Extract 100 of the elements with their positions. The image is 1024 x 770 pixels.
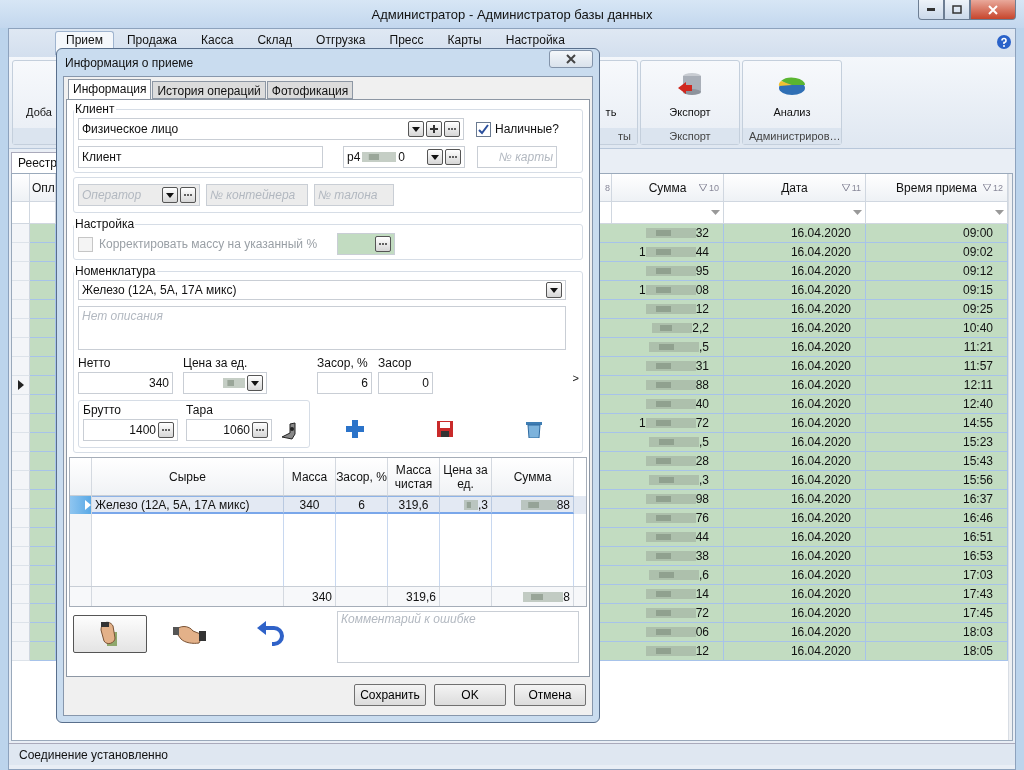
table-cell: 16.04.2020	[724, 357, 866, 376]
plus-icon[interactable]	[346, 420, 365, 438]
redacted-mark	[520, 498, 557, 511]
column-header[interactable]: Засор, %	[336, 458, 388, 496]
debris-field[interactable]: 0	[378, 372, 433, 394]
window-title: Администратор - Администратор базы данных	[371, 6, 653, 22]
field-label: Цена за ед.	[183, 356, 249, 370]
account-combo[interactable]: р4 0	[343, 146, 465, 168]
table-cell: 16.04.2020	[724, 623, 866, 642]
close-button[interactable]	[970, 0, 1016, 20]
dialog-button[interactable]: Отмена	[514, 684, 586, 706]
more-button[interactable]	[444, 121, 460, 137]
redacted-mark	[649, 341, 699, 353]
more-button[interactable]	[158, 422, 174, 438]
caret-icon	[251, 380, 259, 386]
more-button[interactable]	[252, 422, 268, 438]
cash-checkbox[interactable]	[476, 121, 491, 137]
field-label: Засор	[378, 356, 413, 370]
ribbon-button[interactable]: Экспорт	[650, 61, 730, 128]
dropdown-button[interactable]	[247, 375, 263, 391]
column-header[interactable]: Время приема 12	[866, 174, 1008, 202]
column-header[interactable]: Масса чистая	[388, 458, 440, 496]
ribbon-group-label: Экспорт	[641, 128, 739, 144]
expand-arrow[interactable]: >	[572, 372, 579, 384]
debris-percent-field[interactable]: 6	[317, 372, 372, 394]
total-cell: 8	[492, 587, 574, 606]
close-button[interactable]	[549, 49, 593, 68]
column-header[interactable]: Цена за ед.	[440, 458, 492, 496]
dropdown-button[interactable]	[546, 282, 562, 298]
table-cell: 16.04.2020	[724, 338, 866, 357]
help-icon[interactable]	[997, 35, 1011, 49]
redacted-mark	[645, 303, 696, 315]
table-cell: 1 44	[612, 243, 724, 262]
filter-cell[interactable]	[612, 202, 724, 224]
table-cell	[30, 262, 56, 281]
client-name-field[interactable]: Клиент	[78, 146, 323, 168]
dropdown-button[interactable]	[427, 149, 443, 165]
column-header[interactable]: Сумма 10	[612, 174, 724, 202]
table-cell: 14	[612, 585, 724, 604]
redacted-mark	[645, 379, 696, 391]
tool-button[interactable]	[73, 615, 147, 653]
more-button[interactable]	[375, 236, 392, 252]
filter-icon[interactable]	[699, 184, 707, 191]
filter-caret-icon[interactable]	[853, 210, 862, 215]
account-prefix: р4	[347, 150, 361, 164]
column-header[interactable]: Дата 11	[724, 174, 866, 202]
minimize-button[interactable]	[918, 0, 944, 20]
dialog-tab[interactable]: История операций	[152, 81, 266, 99]
table-cell: 32	[612, 224, 724, 243]
more-button[interactable]	[445, 149, 461, 165]
table-cell: 18:05	[866, 642, 1008, 661]
ribbon-group-label: Администриров…	[743, 128, 841, 144]
netto-field[interactable]: 340	[78, 372, 173, 394]
dialog-tab[interactable]: Фотофикация	[266, 81, 354, 99]
plus-icon	[430, 125, 438, 133]
filter-icon[interactable]	[983, 184, 991, 191]
ellipsis-icon	[161, 428, 171, 432]
table-cell: 16.04.2020	[724, 566, 866, 585]
dialog-button[interactable]: OK	[434, 684, 506, 706]
brutto-field[interactable]: 1400	[83, 419, 178, 441]
dropdown-button[interactable]	[408, 121, 424, 137]
column-header[interactable]: Сырье	[92, 458, 284, 496]
item-row[interactable]: Железо (12А, 5А, 17А микс) 340 6 319,6 ,3 88	[70, 496, 586, 514]
add-button[interactable]	[426, 121, 442, 137]
percent-field[interactable]	[337, 233, 396, 255]
filter-icon[interactable]	[841, 184, 850, 191]
filter-caret-icon[interactable]	[995, 210, 1004, 215]
table-cell: 09:25	[866, 300, 1008, 319]
column-number: 10	[699, 182, 719, 193]
tare-field[interactable]: 1060	[186, 419, 272, 441]
column-header[interactable]: Сумма	[492, 458, 574, 496]
scale-icon[interactable]	[280, 421, 298, 441]
redacted-mark	[645, 455, 696, 467]
table-cell: 16.04.2020	[724, 414, 866, 433]
table-cell: 14:55	[866, 414, 1008, 433]
filter-caret-icon[interactable]	[711, 210, 720, 215]
dialog-button[interactable]: Сохранить	[354, 684, 426, 706]
row-header[interactable]	[12, 376, 30, 395]
column-header[interactable]: Опл	[30, 174, 56, 202]
dialog-tab[interactable]: Информация	[68, 79, 152, 99]
trash-icon[interactable]	[525, 420, 542, 438]
client-type-combo[interactable]: Физическое лицо	[78, 118, 464, 140]
filter-cell[interactable]	[866, 202, 1008, 224]
row-pointer-icon	[85, 500, 91, 510]
table-cell: 16.04.2020	[724, 471, 866, 490]
scrollbar[interactable]	[1008, 174, 1012, 740]
material-combo[interactable]: Железо (12А, 5А, 17А микс)	[78, 280, 566, 300]
filter-cell[interactable]	[724, 202, 866, 224]
maximize-button[interactable]	[944, 0, 970, 20]
price-combo[interactable]	[183, 372, 267, 394]
table-cell: 16.04.2020	[724, 452, 866, 471]
ellipsis-icon	[183, 193, 193, 197]
redacted-mark	[645, 398, 696, 410]
ribbon-button[interactable]: Анализ	[752, 61, 832, 128]
table-cell: 98	[612, 490, 724, 509]
table-cell: 16:46	[866, 509, 1008, 528]
ribbon-button[interactable]: Доба	[19, 61, 59, 128]
column-header[interactable]: Масса	[284, 458, 336, 496]
table-cell: ,5	[612, 338, 724, 357]
table-cell	[30, 395, 56, 414]
